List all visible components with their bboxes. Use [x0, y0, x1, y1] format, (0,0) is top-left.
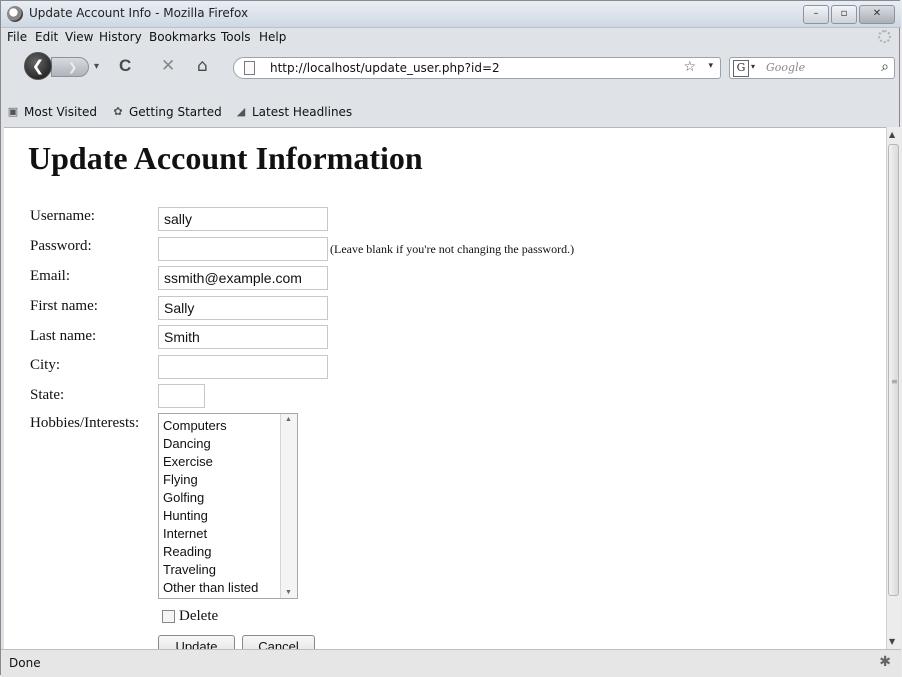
- last-name-field[interactable]: Smith: [158, 325, 328, 349]
- search-bar[interactable]: G ▾ Google ⌕: [729, 57, 895, 79]
- url-bar[interactable]: http://localhost/update_user.php?id=2 ☆ …: [233, 57, 721, 79]
- hobbies-label: Hobbies/Interests:: [30, 415, 140, 431]
- bookmark-getting-started[interactable]: ✿ Getting Started: [112, 105, 222, 119]
- menu-bar: File Edit View History Bookmarks Tools H…: [1, 27, 901, 47]
- username-label: Username:: [30, 208, 95, 224]
- email-field[interactable]: ssmith@example.com: [158, 266, 328, 290]
- close-button[interactable]: ✕: [859, 5, 895, 24]
- menu-tools[interactable]: Tools: [221, 30, 251, 44]
- title-bar: Update Account Info - Mozilla Firefox – …: [1, 1, 901, 28]
- page-scrollbar[interactable]: ▲ ≡ ▼: [886, 127, 901, 649]
- menu-edit[interactable]: Edit: [35, 30, 58, 44]
- scroll-up-icon[interactable]: ▲: [285, 416, 292, 423]
- maximize-button[interactable]: ▫: [831, 5, 857, 24]
- password-field[interactable]: [158, 237, 328, 261]
- addon-icon[interactable]: ✱: [879, 654, 891, 670]
- url-text[interactable]: http://localhost/update_user.php?id=2: [270, 61, 500, 75]
- bookmark-star-icon[interactable]: ☆: [683, 59, 696, 75]
- reload-icon[interactable]: C: [119, 56, 131, 76]
- firefox-icon: [7, 6, 23, 22]
- menu-file[interactable]: File: [7, 30, 27, 44]
- menu-help[interactable]: Help: [259, 30, 286, 44]
- first-name-label: First name:: [30, 298, 98, 314]
- bookmark-label: Getting Started: [129, 105, 222, 119]
- hobbies-listbox[interactable]: Computers Dancing Exercise Flying Golfin…: [158, 413, 298, 599]
- city-label: City:: [30, 357, 61, 373]
- bookmark-label: Most Visited: [24, 105, 98, 119]
- browser-window: Update Account Info - Mozilla Firefox – …: [0, 0, 901, 677]
- window-title: Update Account Info - Mozilla Firefox: [29, 6, 249, 20]
- rss-icon: ◢: [236, 105, 246, 118]
- getting-started-icon: ✿: [113, 105, 123, 118]
- url-dropdown-icon[interactable]: ▾: [708, 61, 713, 71]
- state-label: State:: [30, 387, 65, 403]
- page-content: Update Account Information Username: sal…: [4, 127, 886, 650]
- bookmark-latest-headlines[interactable]: ◢ Latest Headlines: [235, 105, 352, 119]
- bookmark-most-visited[interactable]: ▣ Most Visited: [7, 105, 97, 119]
- email-label: Email:: [30, 268, 70, 284]
- forward-arrow-icon: ❯: [68, 61, 78, 74]
- first-name-field[interactable]: Sally: [158, 296, 328, 320]
- list-item[interactable]: Other than listed: [163, 580, 258, 595]
- menu-history[interactable]: History: [99, 30, 142, 44]
- menu-view[interactable]: View: [65, 30, 93, 44]
- history-dropdown-icon[interactable]: ▾: [94, 61, 99, 72]
- menu-bookmarks[interactable]: Bookmarks: [149, 30, 216, 44]
- list-item[interactable]: Internet: [163, 526, 207, 541]
- bookmarks-toolbar: ▣ Most Visited ✿ Getting Started ◢ Lates…: [1, 103, 901, 125]
- stop-icon[interactable]: ✕: [161, 56, 175, 76]
- navigation-toolbar: ❯ ❮ ▾ C ✕ ⌂ http://localhost/update_user…: [1, 47, 901, 85]
- scroll-up-icon[interactable]: ▲: [889, 130, 895, 139]
- listbox-scrollbar[interactable]: ▲ ▼: [280, 414, 297, 598]
- list-item[interactable]: Exercise: [163, 454, 213, 469]
- page-title: Update Account Information: [28, 140, 423, 176]
- password-hint: (Leave blank if you're not changing the …: [330, 242, 575, 256]
- state-field[interactable]: [158, 384, 205, 408]
- list-item[interactable]: Golfing: [163, 490, 204, 505]
- search-engine-icon[interactable]: G: [733, 60, 749, 77]
- list-item[interactable]: Flying: [163, 472, 198, 487]
- back-button[interactable]: ❮: [24, 52, 52, 80]
- search-icon[interactable]: ⌕: [881, 59, 889, 75]
- minimize-button[interactable]: –: [803, 5, 829, 24]
- status-text: Done: [9, 656, 41, 670]
- password-label: Password:: [30, 238, 92, 254]
- list-item[interactable]: Hunting: [163, 508, 208, 523]
- list-item[interactable]: Computers: [163, 418, 227, 433]
- page-icon: [244, 61, 255, 75]
- search-placeholder[interactable]: Google: [766, 61, 805, 74]
- scroll-down-icon[interactable]: ▼: [285, 589, 292, 596]
- grip-icon: ≡: [891, 377, 898, 386]
- scroll-down-icon[interactable]: ▼: [889, 637, 895, 646]
- cancel-button[interactable]: Cancel: [242, 635, 315, 650]
- search-engine-dropdown-icon[interactable]: ▾: [751, 62, 755, 71]
- most-visited-icon: ▣: [7, 105, 19, 118]
- delete-checkbox[interactable]: [162, 610, 175, 623]
- list-item[interactable]: Traveling: [163, 562, 216, 577]
- forward-button[interactable]: ❯: [51, 57, 89, 77]
- window-controls: – ▫ ✕: [803, 5, 895, 24]
- list-item[interactable]: Dancing: [163, 436, 211, 451]
- throbber-icon: [878, 30, 891, 43]
- home-icon[interactable]: ⌂: [197, 56, 208, 76]
- city-field[interactable]: [158, 355, 328, 379]
- scroll-thumb[interactable]: ≡: [888, 144, 899, 596]
- status-bar: Done ✱: [1, 649, 901, 677]
- bookmark-label: Latest Headlines: [252, 105, 353, 119]
- list-item[interactable]: Reading: [163, 544, 211, 559]
- username-field[interactable]: sally: [158, 207, 328, 231]
- update-button[interactable]: Update: [158, 635, 235, 650]
- last-name-label: Last name:: [30, 328, 97, 344]
- delete-label: Delete: [179, 608, 219, 624]
